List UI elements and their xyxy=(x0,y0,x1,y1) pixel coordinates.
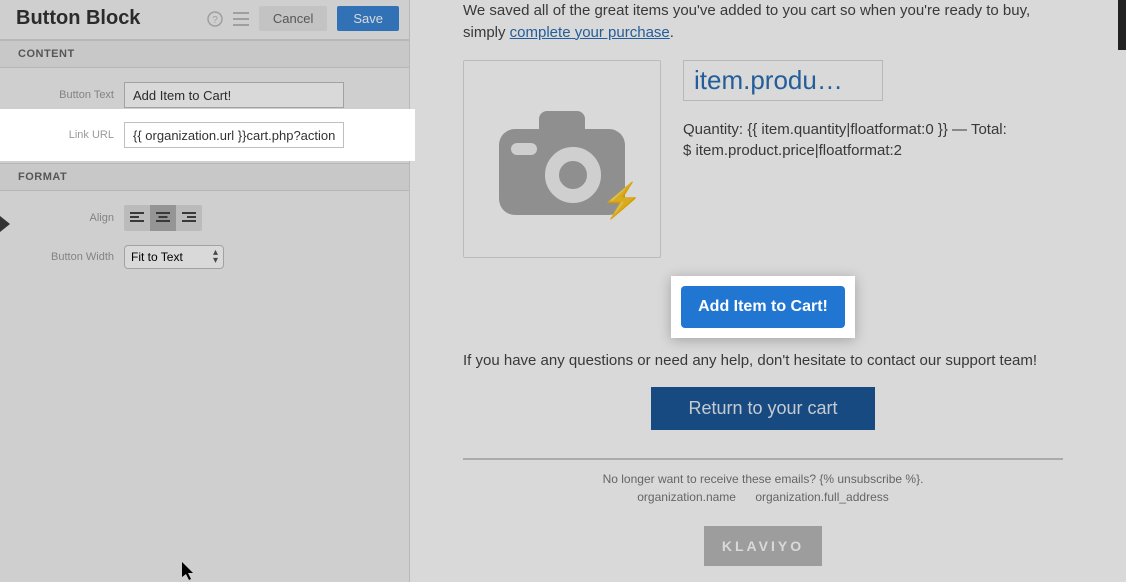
button-text-input[interactable] xyxy=(124,82,344,108)
product-title-box: item.produ… xyxy=(683,60,883,101)
panel-title: Button Block xyxy=(16,7,140,30)
product-row: ⚡ item.produ… Quantity: {{ item.quantity… xyxy=(463,60,1063,258)
return-to-cart-button[interactable]: Return to your cart xyxy=(651,387,875,430)
add-to-cart-button[interactable]: Add Item to Cart! xyxy=(681,286,845,328)
bolt-icon: ⚡ xyxy=(601,181,643,221)
menu-icon[interactable] xyxy=(233,12,249,26)
link-url-input[interactable] xyxy=(124,122,344,148)
saved-cart-message: We saved all of the great items you've a… xyxy=(463,0,1063,60)
help-icon[interactable]: ? xyxy=(207,11,223,27)
org-address: organization.full_address xyxy=(755,490,888,504)
align-center-button[interactable] xyxy=(150,205,176,231)
field-button-text: Button Text xyxy=(0,68,409,115)
email-preview: We saved all of the great items you've a… xyxy=(410,0,1126,582)
saved-cart-post: . xyxy=(670,24,674,41)
footer-divider xyxy=(463,458,1063,460)
align-button-group xyxy=(124,205,202,231)
field-button-width: Button Width Fit to Text ▴▾ xyxy=(0,238,409,276)
button-width-select[interactable]: Fit to Text xyxy=(124,245,224,269)
align-right-button[interactable] xyxy=(176,205,202,231)
section-header-content: CONTENT xyxy=(0,40,409,68)
align-label: Align xyxy=(14,212,124,224)
section-header-format: FORMAT xyxy=(0,163,409,191)
settings-panel: Button Block ? Cancel Save CONTENT Butto… xyxy=(0,0,410,582)
product-price-line: $ item.product.price|floatformat:2 xyxy=(683,140,1063,161)
email-footer: No longer want to receive these emails? … xyxy=(463,470,1063,506)
field-link-url: Link URL xyxy=(0,115,409,155)
unsubscribe-line: No longer want to receive these emails? … xyxy=(463,470,1063,488)
button-width-label: Button Width xyxy=(14,251,124,263)
org-name: organization.name xyxy=(637,490,736,504)
button-text-label: Button Text xyxy=(14,89,124,101)
product-quantity-line: Quantity: {{ item.quantity|floatformat:0… xyxy=(683,119,1063,140)
align-left-button[interactable] xyxy=(124,205,150,231)
klaviyo-logo: KLAVIYO xyxy=(704,526,822,566)
camera-icon: ⚡ xyxy=(487,103,637,215)
complete-purchase-link[interactable]: complete your purchase xyxy=(510,24,670,41)
link-url-label: Link URL xyxy=(14,129,124,141)
svg-text:?: ? xyxy=(212,15,218,26)
right-edge-marker xyxy=(1118,0,1126,50)
product-title: item.produ… xyxy=(694,65,872,96)
field-align: Align xyxy=(0,191,409,238)
panel-titlebar: Button Block ? Cancel Save xyxy=(0,0,409,40)
product-image-placeholder: ⚡ xyxy=(463,60,661,258)
cancel-button[interactable]: Cancel xyxy=(259,6,327,31)
help-message: If you have any questions or need any he… xyxy=(463,352,1063,369)
collapse-handle-icon[interactable] xyxy=(0,216,10,232)
cta-highlight: Add Item to Cart! xyxy=(671,276,855,338)
save-button[interactable]: Save xyxy=(337,6,399,31)
